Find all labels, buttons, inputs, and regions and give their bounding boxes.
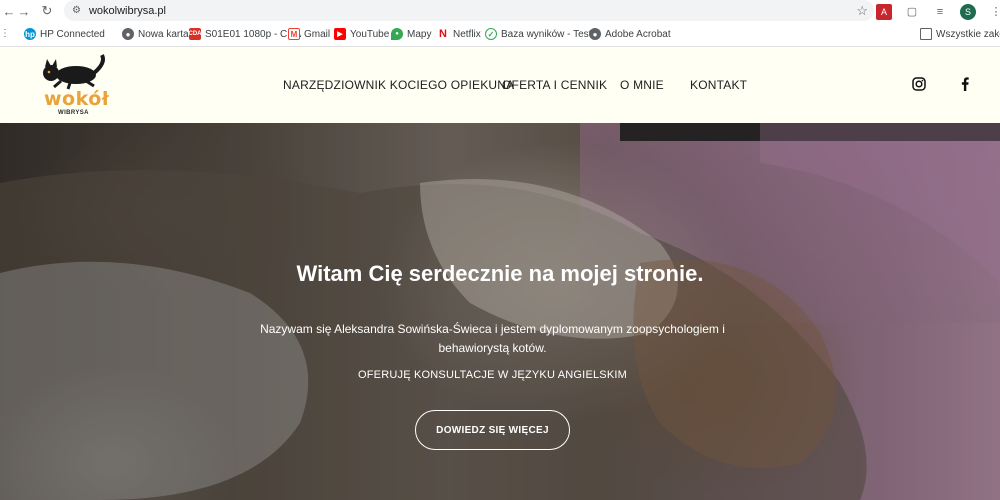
nav-narzedziownik[interactable]: NARZĘDZIOWNIK KOCIEGO OPIEKUNA — [283, 78, 514, 92]
all-bookmarks-folder[interactable]: Wszystkie zakładki — [920, 28, 1000, 40]
hero-title: Witam Cię serdecznie na mojej stronie. — [296, 261, 704, 286]
forward-arrow-icon[interactable]: → — [15, 2, 33, 20]
folder-icon — [920, 28, 932, 40]
netflix-icon: N — [437, 28, 449, 40]
bookmark-gmail[interactable]: M Gmail — [288, 28, 330, 40]
youtube-icon: ▶ — [334, 28, 346, 40]
gmail-icon: M — [288, 28, 300, 40]
bookmark-cda[interactable]: CDA S01E01 1080p - CDA — [189, 28, 301, 40]
hero-english-note: OFERUJĘ KONSULTACJE W JĘZYKU ANGIELSKIM — [358, 369, 627, 381]
bookmark-youtube[interactable]: ▶ YouTube — [334, 28, 389, 40]
site-header: wokół WIBRYSA NARZĘDZIOWNIK KOCIEGO OPIE… — [0, 48, 1000, 123]
all-bookmarks-label: Wszystkie zakładki — [936, 28, 1000, 40]
acrobat-extension-icon[interactable]: A — [876, 3, 892, 20]
globe-icon: ● — [122, 28, 134, 40]
profile-avatar[interactable]: S — [960, 3, 976, 20]
bookmark-adobe-acrobat[interactable]: ● Adobe Acrobat — [589, 28, 671, 40]
bookmark-label: HP Connected — [40, 28, 105, 40]
reload-icon[interactable]: ↻ — [38, 2, 56, 20]
extensions-icon[interactable]: ▢ — [904, 4, 920, 20]
nav-o-mnie[interactable]: O MNIE — [620, 78, 664, 92]
maps-icon: ● — [391, 28, 403, 40]
facebook-icon[interactable] — [957, 76, 973, 92]
bookmark-netflix[interactable]: N Netflix — [437, 28, 481, 40]
nav-oferta-i-cennik[interactable]: OFERTA I CENNIK — [502, 78, 607, 92]
bookmark-label: Adobe Acrobat — [605, 28, 671, 40]
address-bar[interactable]: ⚙ wokolwibrysa.pl ☆ — [64, 0, 874, 21]
hp-icon: hp — [24, 28, 36, 40]
hero-section: Witam Cię serdecznie na mojej stronie. N… — [0, 123, 1000, 500]
globe-icon: ● — [589, 28, 601, 40]
bookmark-label: Netflix — [453, 28, 481, 40]
logo-subtitle: WIBRYSA — [58, 110, 89, 116]
browser-toolbar: ← → ↻ ⚙ wokolwibrysa.pl ☆ A ▢ ≡ S ⋮ — [0, 0, 1000, 23]
bookmark-label: Gmail — [304, 28, 331, 40]
bookmark-label: Baza wyników - Test... — [501, 28, 600, 40]
bookmark-label: S01E01 1080p - CDA — [205, 28, 302, 40]
learn-more-label: DOWIEDZ SIĘ WIĘCEJ — [436, 424, 549, 436]
url-text: wokolwibrysa.pl — [88, 4, 166, 17]
profile-initial: S — [964, 6, 971, 17]
bookmarks-bar: ⋮ hp HP Connected ● Nowa karta CDA S01E0… — [0, 23, 1000, 47]
instagram-icon[interactable] — [911, 76, 927, 92]
bookmark-label: Mapy — [407, 28, 432, 40]
nav-kontakt[interactable]: KONTAKT — [690, 78, 747, 92]
bookmark-label: Nowa karta — [138, 28, 189, 40]
hero-description: Nazywam się Aleksandra Sowińska-Świeca i… — [260, 322, 725, 355]
bookmark-baza-wynikow[interactable]: ✓ Baza wyników - Test... — [485, 28, 600, 40]
learn-more-button[interactable]: DOWIEDZ SIĘ WIĘCEJ — [415, 410, 570, 450]
cda-icon: CDA — [189, 28, 202, 40]
check-icon: ✓ — [485, 28, 497, 40]
site-settings-icon[interactable]: ⚙ — [72, 5, 81, 16]
bookmark-hp-connected[interactable]: hp HP Connected — [24, 28, 105, 40]
media-controls-icon[interactable]: ≡ — [932, 4, 948, 20]
bookmark-nowa-karta[interactable]: ● Nowa karta — [122, 28, 189, 40]
logo-text: wokół — [44, 88, 110, 110]
bookmark-mapy[interactable]: ● Mapy — [391, 28, 431, 40]
menu-icon[interactable]: ⋮ — [988, 4, 1000, 20]
apps-icon[interactable]: ⋮ — [0, 28, 10, 39]
bookmark-label: YouTube — [350, 28, 390, 40]
bookmark-star-icon[interactable]: ☆ — [856, 3, 868, 19]
